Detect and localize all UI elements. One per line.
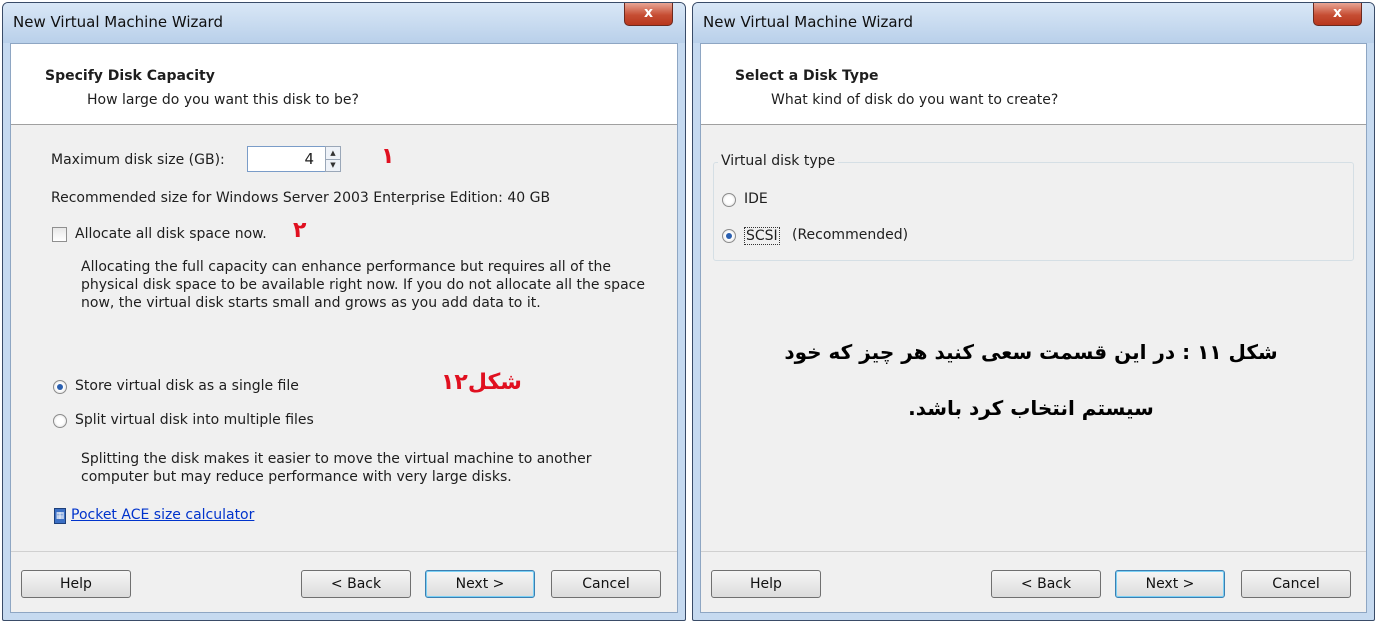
spin-down-icon[interactable]: ▼ [326,159,340,171]
groupbox-label: Virtual disk type [718,153,839,169]
annotation-figure-12: شکل۱۲ [441,370,522,395]
single-file-radio[interactable] [53,380,67,394]
caption-line-2: سیستم انتخاب کرد باشد. [908,396,1154,420]
allocate-checkbox[interactable] [52,227,67,242]
next-button[interactable]: Next > [425,570,535,598]
annotation-number-1: ۱ [381,144,395,169]
wizard-header: Specify Disk Capacity How large do you w… [11,44,677,125]
ide-radio[interactable] [722,193,736,207]
page-title: Specify Disk Capacity [45,68,215,84]
wizard-window-disk-capacity: New Virtual Machine Wizard x Specify Dis… [2,2,686,621]
close-icon: x [1332,5,1343,21]
allocate-label[interactable]: Allocate all disk space now. [75,226,267,242]
recommended-size-text: Recommended size for Windows Server 2003… [51,190,551,206]
split-description: Splitting the disk makes it easier to mo… [81,451,592,485]
max-disk-size-input[interactable]: 4 [247,146,327,172]
allocate-description: Allocating the full capacity can enhance… [81,259,645,311]
multi-file-radio[interactable] [53,414,67,428]
wizard-footer: Help < Back Next > Cancel [11,551,677,612]
close-button[interactable]: x [1313,3,1362,26]
cancel-button[interactable]: Cancel [551,570,661,598]
wizard-client-area: Select a Disk Type What kind of disk do … [700,43,1367,613]
wizard-client-area: Specify Disk Capacity How large do you w… [10,43,678,613]
size-calculator-link[interactable]: Pocket ACE size calculator [71,507,254,523]
cancel-button[interactable]: Cancel [1241,570,1351,598]
annotation-number-2: ۲ [293,218,307,243]
scsi-recommended-note: (Recommended) [792,227,909,243]
page-subtitle: What kind of disk do you want to create? [771,92,1059,108]
close-button[interactable]: x [624,3,673,26]
back-button[interactable]: < Back [991,570,1101,598]
wizard-footer: Help < Back Next > Cancel [701,551,1366,612]
scsi-radio[interactable] [722,229,736,243]
scsi-label[interactable]: SCSI [744,227,780,245]
help-button[interactable]: Help [21,570,131,598]
title-bar[interactable]: New Virtual Machine Wizard x [3,3,685,43]
wizard-window-disk-type: New Virtual Machine Wizard x Select a Di… [692,2,1375,621]
caption-line-1: شکل ۱۱ : در این قسمت سعی کنید هر چیز که … [784,340,1278,364]
wizard-header: Select a Disk Type What kind of disk do … [701,44,1366,125]
single-file-label[interactable]: Store virtual disk as a single file [75,378,299,394]
help-button[interactable]: Help [711,570,821,598]
close-icon: x [643,5,654,21]
disk-type-groupbox: Virtual disk type IDE SCSI (Recommended) [713,153,1354,261]
max-disk-size-value: 4 [304,150,314,168]
next-button[interactable]: Next > [1115,570,1225,598]
back-button[interactable]: < Back [301,570,411,598]
max-disk-size-label: Maximum disk size (GB): [51,152,225,168]
disk-size-spinner[interactable]: ▲ ▼ [325,146,341,172]
page-subtitle: How large do you want this disk to be? [87,92,359,108]
window-title: New Virtual Machine Wizard [13,13,223,31]
calculator-icon: ▦ [54,508,66,524]
ide-label[interactable]: IDE [744,191,768,207]
window-title: New Virtual Machine Wizard [703,13,913,31]
page-title: Select a Disk Type [735,68,879,84]
multi-file-label[interactable]: Split virtual disk into multiple files [75,412,314,428]
title-bar[interactable]: New Virtual Machine Wizard x [693,3,1374,43]
